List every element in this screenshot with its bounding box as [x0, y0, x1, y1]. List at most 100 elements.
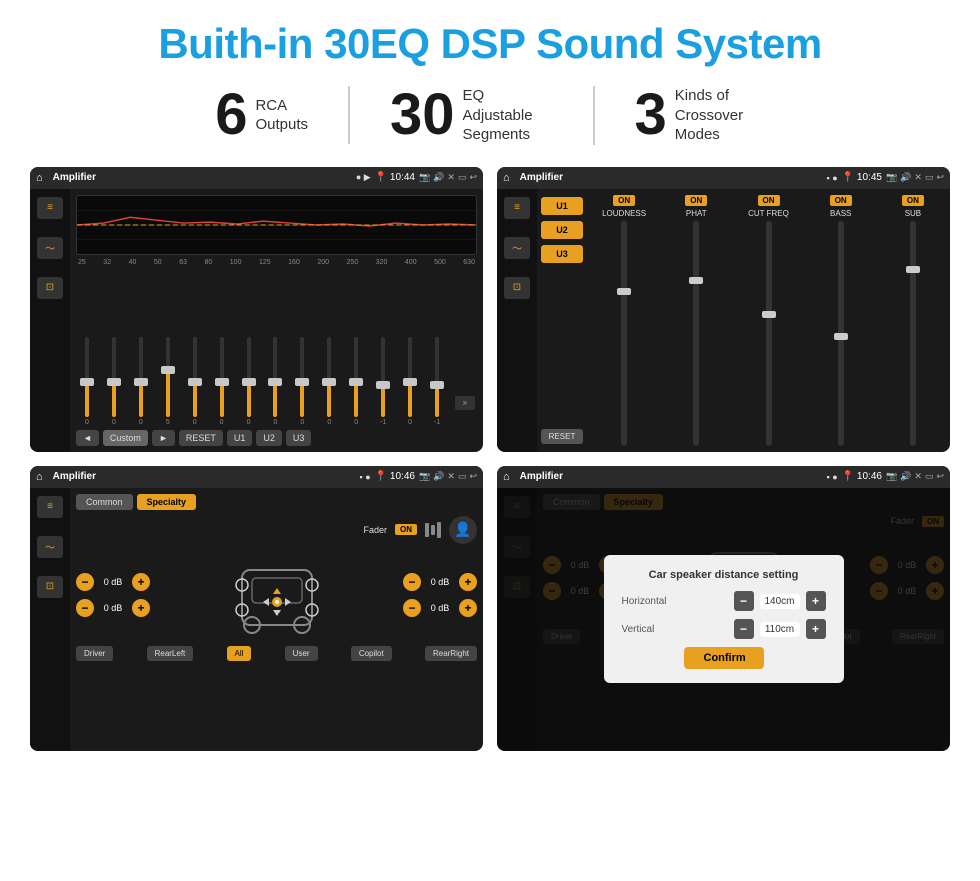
xo-cutfreq-on[interactable]: ON	[758, 195, 780, 206]
xo-home-icon[interactable]: ⌂	[503, 172, 510, 184]
fader-user-btn[interactable]: User	[285, 646, 318, 661]
eq-slider-13[interactable]: 0	[401, 337, 419, 426]
fader-rearleft-btn[interactable]: RearLeft	[147, 646, 194, 661]
dialog-vertical-minus[interactable]: −	[734, 619, 754, 639]
xo-bass-slider[interactable]	[838, 221, 844, 446]
eq-left-icons: ≡ 〜 ⊡	[30, 189, 70, 452]
eq-slider-12[interactable]: -1	[374, 337, 392, 426]
fader-minus-1[interactable]: −	[76, 573, 94, 591]
eq-icon-1[interactable]: ≡	[37, 197, 63, 219]
fader-db-val-2: 0 dB	[98, 603, 128, 613]
fader-db-val-1: 0 dB	[98, 577, 128, 587]
fader-icon-1[interactable]: ≡	[37, 496, 63, 518]
fader-icon-3[interactable]: ⊡	[37, 576, 63, 598]
eq-slider-10[interactable]: 0	[320, 337, 338, 426]
xo-cutfreq-slider[interactable]	[766, 221, 772, 446]
eq-slider-5[interactable]: 0	[186, 337, 204, 426]
fader-content: ≡ 〜 ⊡ Common Specialty Fader ON	[30, 488, 483, 751]
eq-slider-14[interactable]: -1	[428, 337, 446, 426]
fader-tabs[interactable]: Common Specialty	[76, 494, 477, 510]
xo-loudness-slider[interactable]	[621, 221, 627, 446]
eq-slider-3[interactable]: 0	[132, 337, 150, 426]
dialog-box-title: Car speaker distance setting	[622, 569, 826, 581]
xo-u1-btn[interactable]: U1	[541, 197, 583, 215]
dialog-horizontal-row: Horizontal − 140cm +	[622, 591, 826, 611]
eq-slider-11[interactable]: 0	[347, 337, 365, 426]
eq-u2-btn[interactable]: U2	[256, 430, 282, 446]
eq-time: 📍 10:44	[375, 172, 415, 183]
eq-custom-btn[interactable]: Custom	[103, 430, 148, 446]
dialog-vertical-plus[interactable]: +	[806, 619, 826, 639]
dialog-vertical-stepper[interactable]: − 110cm +	[734, 619, 826, 639]
xo-icon-1[interactable]: ≡	[504, 197, 530, 219]
eq-slider-2[interactable]: 0	[105, 337, 123, 426]
eq-prev-btn[interactable]: ◄	[76, 430, 99, 446]
eq-reset-btn[interactable]: RESET	[179, 430, 223, 446]
xo-phat-on[interactable]: ON	[685, 195, 707, 206]
eq-play-btn[interactable]: ►	[152, 430, 175, 446]
fader-row-btns[interactable]: Driver RearLeft All User Copilot RearRig…	[76, 646, 477, 661]
fader-plus-2[interactable]: +	[132, 599, 150, 617]
fader-minus-3[interactable]: −	[403, 573, 421, 591]
xo-loudness-label: LOUDNESS	[602, 209, 646, 218]
fader-driver-btn[interactable]: Driver	[76, 646, 113, 661]
xo-presets: U1 U2 U3 RESET	[537, 189, 587, 452]
eq-slider-6[interactable]: 0	[213, 337, 231, 426]
eq-sliders[interactable]: 0 0 0 5	[76, 270, 477, 426]
fader-dots: ▪ ●	[360, 472, 371, 482]
fader-on-badge[interactable]: ON	[395, 524, 417, 535]
dialog-title-bar: Amplifier	[520, 471, 823, 482]
eq-u3-btn[interactable]: U3	[286, 430, 312, 446]
fader-copilot-btn[interactable]: Copilot	[351, 646, 392, 661]
eq-icon-3[interactable]: ⊡	[37, 277, 63, 299]
eq-home-icon[interactable]: ⌂	[36, 172, 43, 184]
eq-icon-2[interactable]: 〜	[37, 237, 63, 259]
dialog-home-icon[interactable]: ⌂	[503, 471, 510, 483]
xo-u3-btn[interactable]: U3	[541, 245, 583, 263]
fader-all-btn[interactable]: All	[227, 646, 252, 661]
dialog-confirm-button[interactable]: Confirm	[684, 647, 764, 669]
fader-minus-2[interactable]: −	[76, 599, 94, 617]
xo-channel-loudness: ON LOUDNESS	[591, 195, 657, 446]
fader-tab-specialty[interactable]: Specialty	[137, 494, 197, 510]
xo-sub-on[interactable]: ON	[902, 195, 924, 206]
eq-graph	[76, 195, 477, 255]
fader-plus-3[interactable]: +	[459, 573, 477, 591]
fader-plus-1[interactable]: +	[132, 573, 150, 591]
fader-tab-common[interactable]: Common	[76, 494, 133, 510]
eq-slider-9[interactable]: 0	[293, 337, 311, 426]
eq-more-icon[interactable]: »	[455, 396, 475, 410]
dialog-horizontal-minus[interactable]: −	[734, 591, 754, 611]
eq-content: ≡ 〜 ⊡	[30, 189, 483, 452]
dialog-horizontal-label: Horizontal	[622, 596, 667, 607]
eq-slider-8[interactable]: 0	[266, 337, 284, 426]
eq-u1-btn[interactable]: U1	[227, 430, 253, 446]
xo-icon-2[interactable]: 〜	[504, 237, 530, 259]
xo-left-icons: ≡ 〜 ⊡	[497, 189, 537, 452]
eq-freq-labels: 2532405063 80100125160200 25032040050063…	[76, 259, 477, 266]
eq-slider-4[interactable]: 5	[159, 337, 177, 426]
eq-bottom-controls[interactable]: ◄ Custom ► RESET U1 U2 U3	[76, 430, 477, 446]
dialog-horizontal-plus[interactable]: +	[806, 591, 826, 611]
xo-bass-on[interactable]: ON	[830, 195, 852, 206]
xo-sub-label: SUB	[905, 209, 921, 218]
xo-loudness-on[interactable]: ON	[613, 195, 635, 206]
xo-phat-slider[interactable]	[693, 221, 699, 446]
fader-icon-2[interactable]: 〜	[37, 536, 63, 558]
xo-u2-btn[interactable]: U2	[541, 221, 583, 239]
eq-slider-1[interactable]: 0	[78, 337, 96, 426]
dialog-overlay: Car speaker distance setting Horizontal …	[497, 488, 950, 751]
fader-rearright-btn[interactable]: RearRight	[425, 646, 477, 661]
fader-db-row-3: − 0 dB +	[403, 573, 477, 591]
xo-icon-3[interactable]: ⊡	[504, 277, 530, 299]
fader-minus-4[interactable]: −	[403, 599, 421, 617]
xo-reset-btn[interactable]: RESET	[541, 429, 583, 444]
fader-sliders-mini[interactable]	[425, 522, 441, 538]
xo-sub-slider[interactable]	[910, 221, 916, 446]
fader-home-icon[interactable]: ⌂	[36, 471, 43, 483]
fader-plus-4[interactable]: +	[459, 599, 477, 617]
dialog-horizontal-stepper[interactable]: − 140cm +	[734, 591, 826, 611]
eq-slider-7[interactable]: 0	[240, 337, 258, 426]
fader-user-icon[interactable]: 👤	[449, 516, 477, 544]
fader-status-bar: ⌂ Amplifier ▪ ● 📍 10:46 📷🔊✕▭↩	[30, 466, 483, 488]
